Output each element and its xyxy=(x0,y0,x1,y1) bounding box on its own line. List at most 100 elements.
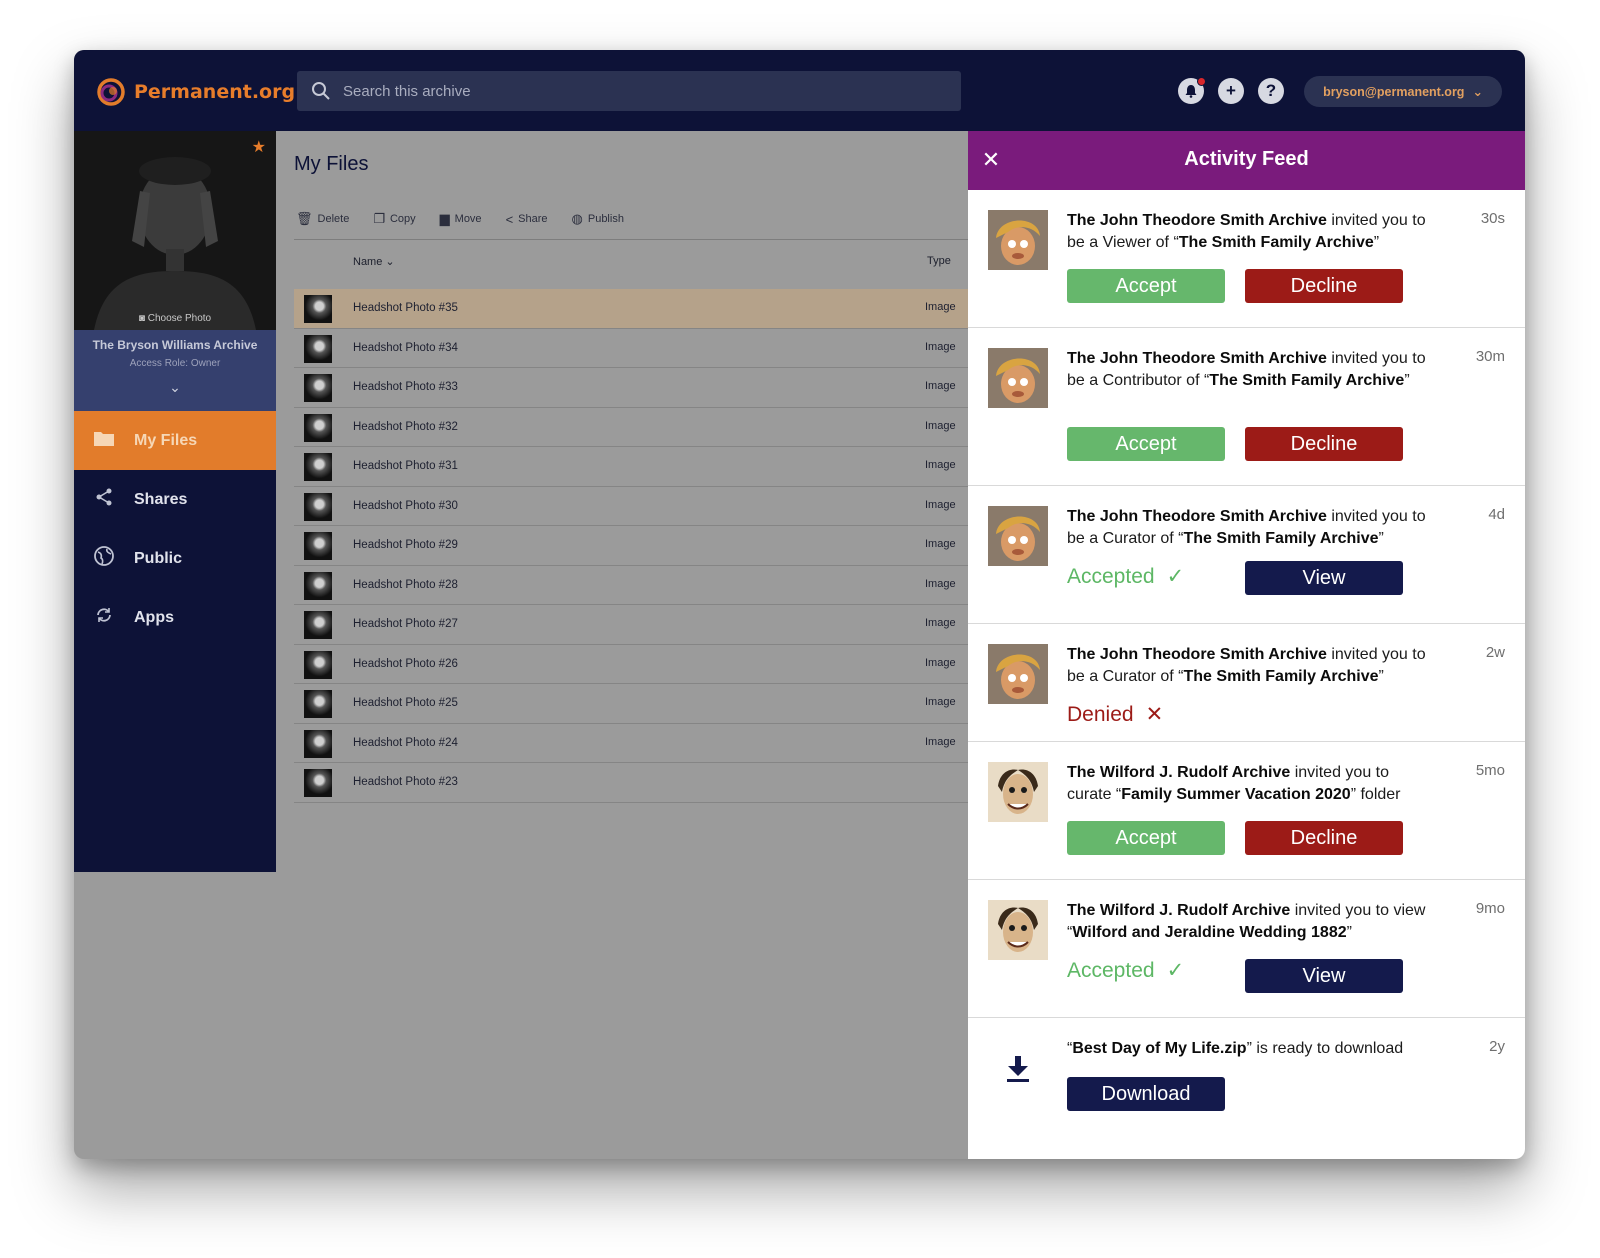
share-icon: < xyxy=(505,211,514,227)
view-button[interactable]: View xyxy=(1245,959,1403,993)
top-bar: Permanent.org + ? bryson@permanent.org ⌄ xyxy=(74,50,1525,131)
camera-icon: ◙ xyxy=(138,313,145,324)
table-row[interactable]: Headshot Photo #35 Image xyxy=(294,289,968,329)
file-name: Headshot Photo #32 xyxy=(353,420,458,433)
feed-message: The John Theodore Smith Archive invited … xyxy=(1067,350,1426,389)
files-panel: My Files 🗑 Delete ❐ Copy ▆ Move < Share ◍ Pub… xyxy=(276,131,968,1159)
file-type: Image xyxy=(925,735,956,748)
file-thumbnail xyxy=(304,492,332,521)
notifications-bell-icon[interactable] xyxy=(1178,77,1206,104)
sidebar-item-my-files[interactable]: My Files xyxy=(74,411,276,470)
share-icon xyxy=(94,488,114,511)
table-row[interactable]: Headshot Photo #28 Image xyxy=(294,566,968,605)
column-type[interactable]: Type xyxy=(927,255,951,267)
table-row[interactable]: Headshot Photo #30 Image xyxy=(294,487,968,526)
feed-timestamp: 4d xyxy=(1488,506,1505,523)
add-icon[interactable]: + xyxy=(1218,78,1244,104)
file-type: Image xyxy=(925,380,956,392)
file-thumbnail xyxy=(304,295,332,323)
file-name: Headshot Photo #31 xyxy=(353,460,458,472)
profile-portrait-image xyxy=(74,131,276,330)
archive-avatar xyxy=(988,762,1048,822)
move-button[interactable]: ▆ Move xyxy=(440,211,482,227)
sidebar-item-shares[interactable]: Shares xyxy=(74,470,276,529)
file-type: Image xyxy=(925,617,956,629)
file-type: Image xyxy=(925,459,956,471)
accept-button[interactable]: Accept xyxy=(1067,269,1225,303)
archive-switcher[interactable]: The Bryson Williams Archive Access Role:… xyxy=(74,330,276,411)
feed-message: The John Theodore Smith Archive invited … xyxy=(1067,646,1426,685)
decline-button[interactable]: Decline xyxy=(1245,821,1403,855)
download-button[interactable]: Download xyxy=(1067,1077,1225,1111)
table-row[interactable]: Headshot Photo #23 xyxy=(294,763,968,803)
file-type: Image xyxy=(925,301,956,313)
status-denied: Denied ✕ xyxy=(1067,702,1164,727)
choose-photo[interactable]: ◙ Choose Photo xyxy=(74,313,276,324)
table-row[interactable]: Headshot Photo #32 Image xyxy=(294,408,968,447)
chevron-down-icon: ⌄ xyxy=(385,256,395,268)
share-button[interactable]: < Share xyxy=(506,211,548,227)
file-thumbnail xyxy=(304,413,332,442)
globe-icon xyxy=(94,546,114,571)
table-row[interactable]: Headshot Photo #33 Image xyxy=(294,368,968,408)
feed-timestamp: 5mo xyxy=(1475,762,1505,779)
chevron-down-icon[interactable]: ⌄ xyxy=(74,379,276,396)
copy-button[interactable]: ❐ Copy xyxy=(373,211,415,227)
chevron-down-icon: ⌄ xyxy=(1472,85,1483,99)
table-row[interactable]: Headshot Photo #24 Image xyxy=(294,724,968,763)
file-name: Headshot Photo #30 xyxy=(353,499,458,512)
file-name: Headshot Photo #29 xyxy=(353,539,458,551)
archive-avatar xyxy=(988,348,1048,408)
file-thumbnail xyxy=(304,453,332,481)
logo[interactable]: Permanent.org xyxy=(96,77,295,107)
file-name: Headshot Photo #28 xyxy=(353,578,458,591)
table-row[interactable]: Headshot Photo #31 Image xyxy=(294,447,968,487)
file-thumbnail xyxy=(304,611,332,639)
file-thumbnail xyxy=(304,769,332,797)
publish-button[interactable]: ◍ Publish xyxy=(572,211,624,227)
file-thumbnail xyxy=(304,334,332,363)
decline-button[interactable]: Decline xyxy=(1245,269,1403,303)
star-icon[interactable]: ★ xyxy=(252,137,266,157)
status-accepted: Accepted ✓ xyxy=(1067,564,1185,589)
table-row[interactable]: Headshot Photo #34 Image xyxy=(294,329,968,368)
feed-item: The Wilford J. Rudolf Archive invited yo… xyxy=(968,880,1525,1018)
file-type: Image xyxy=(925,696,956,708)
sidebar-item-public[interactable]: Public xyxy=(74,529,276,588)
divider xyxy=(294,239,968,240)
app-window: Permanent.org + ? bryson@permanent.org ⌄ xyxy=(74,50,1525,1159)
table-row[interactable]: Headshot Photo #26 Image xyxy=(294,645,968,684)
sidebar-item-apps[interactable]: Apps xyxy=(74,588,276,647)
accept-button[interactable]: Accept xyxy=(1067,821,1225,855)
account-menu[interactable]: bryson@permanent.org ⌄ xyxy=(1304,76,1502,107)
help-icon[interactable]: ? xyxy=(1258,78,1284,104)
feed-timestamp: 2y xyxy=(1489,1038,1505,1055)
table-row[interactable]: Headshot Photo #27 Image xyxy=(294,605,968,645)
feed-message: The Wilford J. Rudolf Archive invited yo… xyxy=(1067,902,1426,941)
account-email: bryson@permanent.org xyxy=(1323,84,1465,99)
table-row[interactable]: Headshot Photo #29 Image xyxy=(294,526,968,566)
decline-button[interactable]: Decline xyxy=(1245,427,1403,461)
table-row[interactable]: Headshot Photo #25 Image xyxy=(294,684,968,724)
file-name: Headshot Photo #33 xyxy=(353,381,458,393)
logo-text: Permanent.org xyxy=(134,81,296,103)
view-button[interactable]: View xyxy=(1245,561,1403,595)
delete-button[interactable]: 🗑 Delete xyxy=(296,211,349,227)
feed-item: The John Theodore Smith Archive invited … xyxy=(968,486,1525,624)
file-type: Image xyxy=(925,340,956,353)
close-x-icon: ✕ xyxy=(1145,703,1164,726)
file-name: Headshot Photo #25 xyxy=(353,697,458,709)
feed-message: The John Theodore Smith Archive invited … xyxy=(1067,212,1426,251)
archive-profile-photo[interactable]: ★ ◙ Choose Photo xyxy=(74,131,276,330)
file-thumbnail xyxy=(304,729,332,758)
column-name-sort[interactable]: Name ⌄ xyxy=(353,255,395,268)
accept-button[interactable]: Accept xyxy=(1067,427,1225,461)
feed-message: The Wilford J. Rudolf Archive invited yo… xyxy=(1067,764,1401,803)
sidebar: ★ ◙ Choose Photo The Bryson Williams Arc… xyxy=(74,131,276,872)
file-thumbnail xyxy=(304,571,332,600)
trash-icon: 🗑 xyxy=(296,211,313,226)
search-input[interactable] xyxy=(343,82,903,100)
folder-icon: ▆ xyxy=(439,211,450,226)
sync-icon xyxy=(94,606,114,629)
search-bar[interactable] xyxy=(297,71,961,111)
